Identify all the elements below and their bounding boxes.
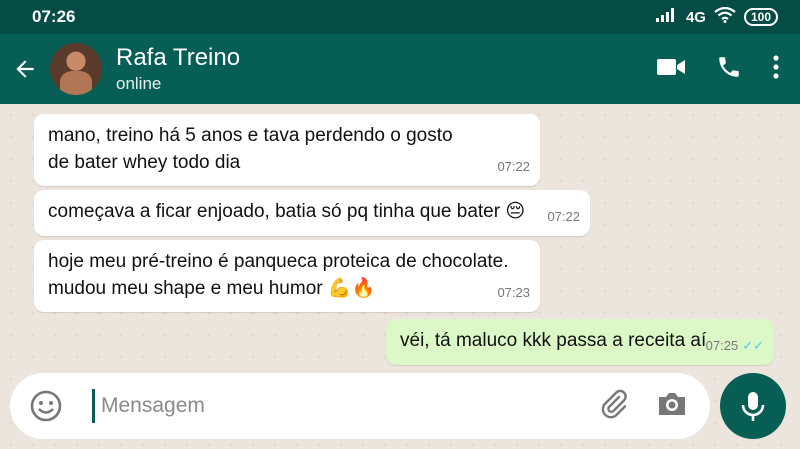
message-time: 07:25 <box>705 338 739 353</box>
status-indicators: 4G 100 <box>655 6 778 27</box>
status-time: 07:26 <box>32 7 76 26</box>
contact-status: online <box>116 74 162 93</box>
more-options-button[interactable] <box>772 54 780 85</box>
contact-name: Rafa Treino <box>116 44 241 71</box>
status-bar: 07:26 4G 100 <box>0 0 800 34</box>
message-text-line: mudou meu shape e meu humor 💪🔥 <box>48 278 376 299</box>
network-type: 4G <box>685 8 706 26</box>
message-time: 07:23 <box>497 285 530 300</box>
more-vertical-icon <box>773 54 779 79</box>
read-ticks-icon: ✓✓ <box>742 338 764 353</box>
emoji-icon <box>30 390 62 422</box>
microphone-icon <box>741 392 765 421</box>
wifi-icon <box>714 6 736 27</box>
video-camera-icon <box>657 58 685 75</box>
message-text-line: mano, treino há 5 anos e tava perdendo o… <box>48 125 453 146</box>
message-time: 07:22 <box>547 209 580 224</box>
message-text-line: começava a ficar enjoado, batia só pq ti… <box>48 201 526 222</box>
message-input-bar: Mensagem <box>10 373 710 439</box>
message-text-line: de bater whey todo dia <box>48 152 241 173</box>
battery-indicator: 100 <box>743 8 778 26</box>
message-bubble-outgoing[interactable]: véi, tá maluco kkk passa a receita aí 07… <box>386 319 774 365</box>
video-call-button[interactable] <box>656 56 686 83</box>
message-bubble-incoming[interactable]: mano, treino há 5 anos e tava perdendo o… <box>34 114 540 186</box>
message-time: 07:22 <box>497 159 530 174</box>
message-bubble-incoming[interactable]: começava a ficar enjoado, batia só pq ti… <box>34 190 590 236</box>
message-bubble-incoming[interactable]: hoje meu pré-treino é panqueca proteica … <box>34 240 540 312</box>
emoji-button[interactable] <box>26 386 66 426</box>
avatar[interactable] <box>50 43 102 95</box>
attach-button[interactable] <box>598 388 630 425</box>
header-actions <box>656 54 780 85</box>
phone-icon <box>719 56 739 77</box>
signal-icon <box>655 8 678 26</box>
paperclip-icon <box>601 389 627 418</box>
camera-icon <box>659 392 685 415</box>
chat-header: Rafa Treino online <box>0 34 800 104</box>
input-actions <box>598 388 688 425</box>
message-text-line: hoje meu pré-treino é panqueca proteica … <box>48 251 509 272</box>
contact-info[interactable]: Rafa Treino online <box>116 44 656 94</box>
text-cursor <box>92 389 95 423</box>
voice-call-button[interactable] <box>716 54 742 85</box>
message-input[interactable]: Mensagem <box>101 394 598 418</box>
message-meta: 07:25 ✓✓ <box>706 332 764 359</box>
mic-button[interactable] <box>720 373 786 439</box>
arrow-left-icon <box>16 60 34 78</box>
back-button[interactable] <box>0 56 50 82</box>
camera-button[interactable] <box>656 390 688 423</box>
